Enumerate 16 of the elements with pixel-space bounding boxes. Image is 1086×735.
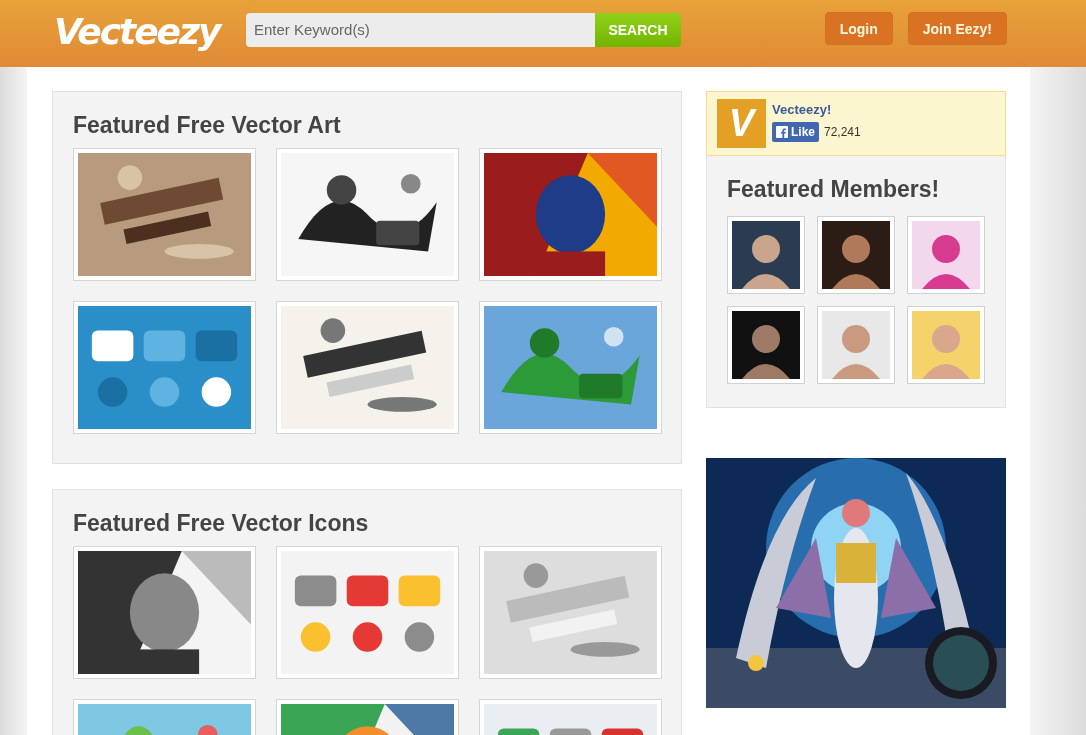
like-count: 72,241 (824, 125, 861, 139)
member-avatar[interactable] (727, 306, 805, 384)
section-title: Featured Members! (727, 176, 941, 203)
section-title: Featured Free Vector Art (73, 112, 342, 139)
page-name-link[interactable]: Vecteezy! (772, 102, 861, 117)
search-button[interactable]: SEARCH (595, 12, 681, 47)
page-logo[interactable]: V (717, 99, 766, 148)
like-button[interactable]: Like (772, 122, 819, 142)
login-button[interactable]: Login (824, 12, 893, 45)
facebook-icon (776, 126, 788, 138)
logo[interactable]: Vecteezy (54, 11, 246, 52)
join-button[interactable]: Join Eezy! (907, 12, 1007, 45)
member-avatar[interactable] (727, 216, 805, 294)
member-avatar[interactable] (817, 216, 895, 294)
section-title: Featured Free Vector Icons (73, 510, 370, 537)
search-field[interactable]: Enter Keyword(s) (246, 12, 595, 47)
